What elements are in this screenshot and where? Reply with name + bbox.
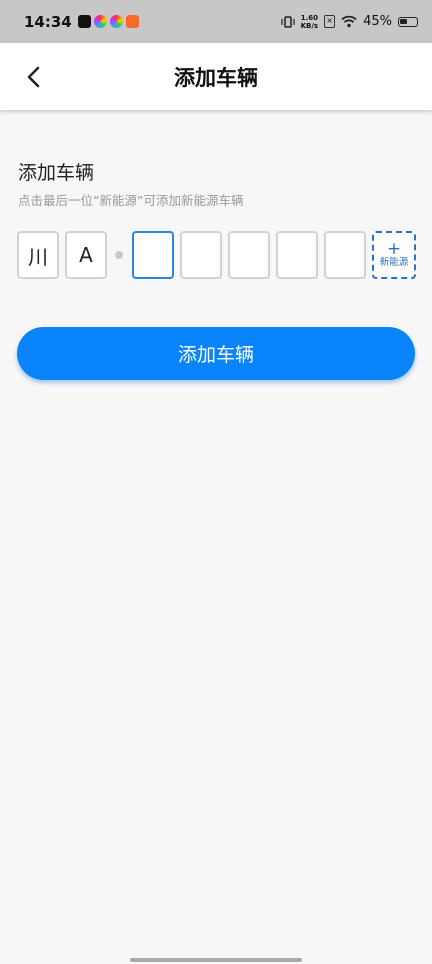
back-button[interactable]: [18, 61, 50, 93]
chevron-left-icon: [27, 66, 40, 88]
battery-icon: [398, 16, 418, 27]
no-sim-icon: ×: [324, 15, 336, 28]
app-notification-icon: [109, 15, 123, 28]
network-speed: 1.60 KB/s: [301, 14, 318, 30]
navigation-bar: 添加车辆: [0, 43, 432, 110]
status-time: 14:34: [24, 12, 72, 31]
plate-input: 川 A + 新能源: [17, 231, 417, 279]
section-hint: 点击最后一位“新能源”可添加新能源车辆: [18, 193, 244, 208]
plate-letter-box[interactable]: A: [65, 231, 107, 279]
new-energy-slot[interactable]: + 新能源: [372, 231, 416, 279]
plate-char-box-4[interactable]: [180, 231, 222, 279]
section-title: 添加车辆: [18, 162, 95, 184]
app-notification-icon: [93, 15, 107, 28]
plate-province-box[interactable]: 川: [17, 231, 59, 279]
battery-percent: 45%: [363, 14, 392, 29]
page-title: 添加车辆: [174, 65, 258, 90]
wifi-icon: [341, 15, 357, 28]
status-bar: 14:34 1.60 KB/s × 45%: [0, 0, 432, 43]
vibrate-icon: [281, 15, 295, 28]
home-indicator[interactable]: [130, 958, 302, 962]
plus-icon: +: [386, 239, 402, 259]
status-right: 1.60 KB/s × 45%: [281, 14, 418, 30]
network-speed-unit: KB/s: [300, 21, 319, 30]
network-speed-value: 1.60: [300, 13, 318, 22]
plate-char-box-5[interactable]: [228, 231, 270, 279]
plate-char-box-7[interactable]: [324, 231, 366, 279]
plate-char-box-6[interactable]: [276, 231, 318, 279]
app-notification-icon: [125, 15, 139, 28]
plate-separator-dot: [115, 251, 123, 259]
plate-char-box-3[interactable]: [132, 231, 174, 279]
add-vehicle-button[interactable]: 添加车辆: [17, 327, 415, 380]
notification-icons: [77, 15, 139, 28]
battery-level: [400, 18, 407, 24]
new-energy-label: 新能源: [379, 257, 409, 268]
tiktok-icon: [77, 15, 91, 28]
